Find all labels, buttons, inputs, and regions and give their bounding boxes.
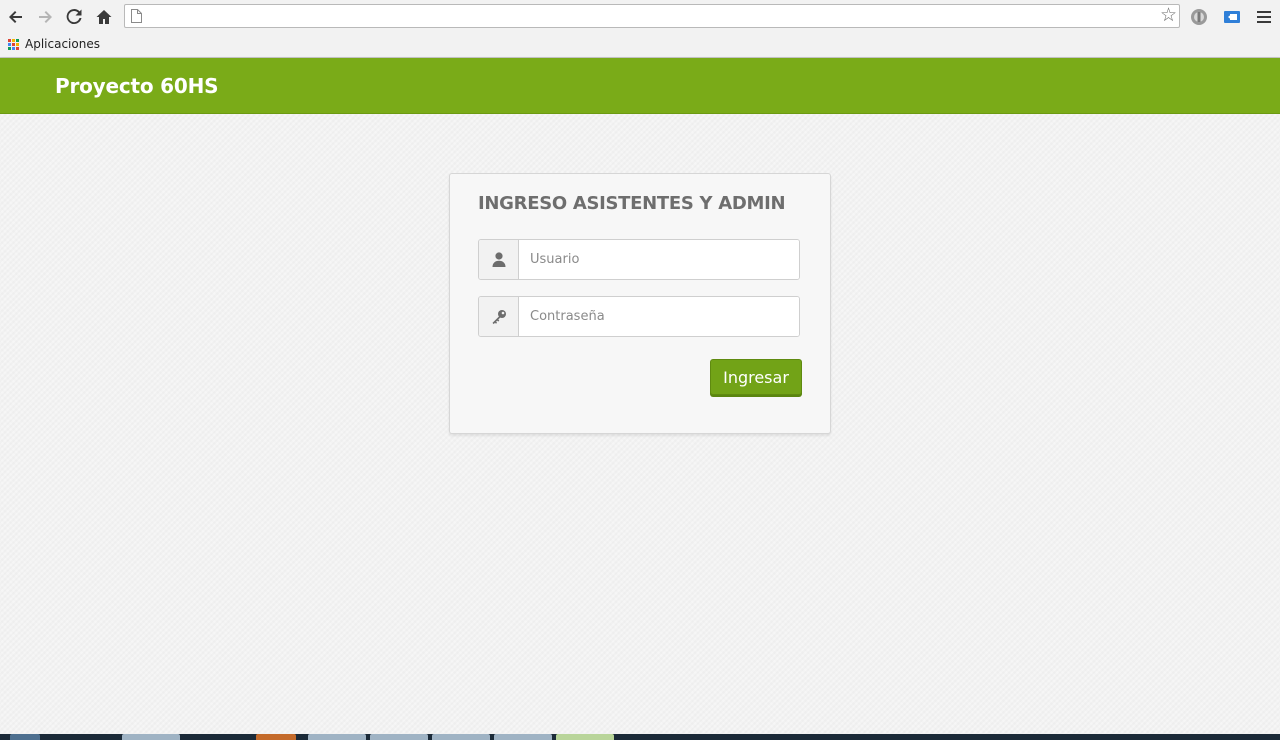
home-icon[interactable]	[94, 7, 114, 27]
browser-toolbar: ☆	[0, 0, 1280, 33]
reload-icon[interactable]	[64, 7, 84, 27]
start-button[interactable]	[10, 734, 40, 740]
bookmarks-bar: Aplicaciones	[0, 33, 1280, 58]
username-input[interactable]	[519, 240, 799, 279]
forward-arrow-icon[interactable]	[35, 7, 55, 27]
taskbar-item[interactable]	[370, 734, 428, 740]
address-bar[interactable]: ☆	[124, 4, 1180, 28]
page-icon	[131, 9, 142, 28]
url-input[interactable]	[149, 7, 1153, 27]
taskbar-item[interactable]	[308, 734, 366, 740]
os-taskbar	[0, 734, 1280, 740]
back-arrow-icon[interactable]	[6, 7, 26, 27]
login-button[interactable]: Ingresar	[710, 359, 802, 395]
key-icon	[479, 297, 519, 336]
taskbar-item[interactable]	[122, 734, 180, 740]
bookmark-apps[interactable]: Aplicaciones	[8, 37, 100, 51]
password-group	[478, 296, 800, 337]
taskbar-item[interactable]	[256, 734, 296, 740]
username-group	[478, 239, 800, 280]
user-icon	[479, 240, 519, 279]
login-panel: INGRESO ASISTENTES Y ADMIN Ingresar	[449, 173, 831, 434]
login-title: INGRESO ASISTENTES Y ADMIN	[478, 193, 786, 214]
apps-grid-icon	[8, 38, 19, 50]
brand-link[interactable]: Proyecto 60HS	[55, 74, 219, 98]
menu-icon[interactable]	[1254, 7, 1274, 27]
site-navbar: Proyecto 60HS	[0, 58, 1280, 114]
taskbar-item[interactable]	[432, 734, 490, 740]
taskbar-item[interactable]	[494, 734, 552, 740]
taskbar-item[interactable]	[556, 734, 614, 740]
bookmark-label: Aplicaciones	[25, 37, 100, 51]
extension-icon[interactable]	[1222, 7, 1242, 27]
password-input[interactable]	[519, 297, 799, 336]
extension-icon[interactable]	[1189, 7, 1209, 27]
star-icon[interactable]: ☆	[1160, 5, 1177, 27]
